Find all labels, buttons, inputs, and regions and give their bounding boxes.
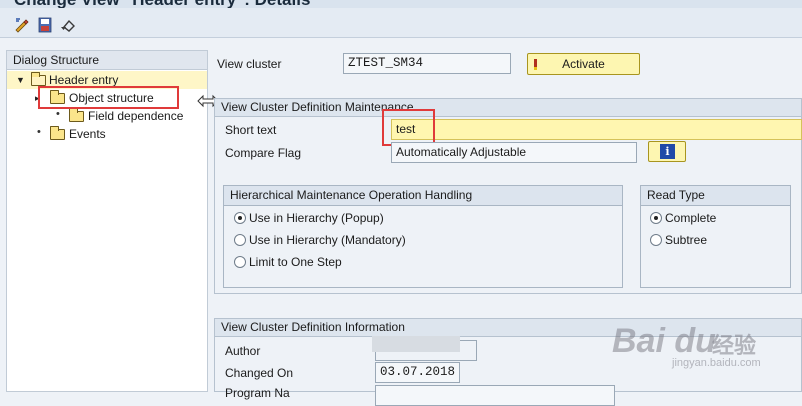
tree-node-label: Field dependence	[88, 109, 184, 123]
author-label: Author	[225, 344, 261, 358]
radio-label: Complete	[665, 211, 717, 225]
activate-button[interactable]: Activate	[527, 53, 640, 75]
changed-on-field: 03.07.2018	[375, 362, 460, 383]
activate-button-label: Activate	[562, 57, 605, 71]
watermark-cn: 经验	[712, 333, 757, 358]
window-title: Change View "Header entry": Details	[14, 0, 310, 8]
tree-node-field-dependence[interactable]: • Field dependence	[7, 107, 207, 125]
program-name-field	[375, 385, 615, 406]
title-bar: Change View "Header entry": Details	[0, 0, 802, 8]
open-folder-icon	[31, 72, 46, 86]
folder-icon	[69, 108, 84, 122]
read-type-group: Read Type Complete Subtree	[640, 185, 791, 288]
radio-button[interactable]	[650, 234, 662, 246]
highlight-box-object-structure	[38, 86, 179, 109]
compare-flag-field[interactable]: Automatically Adjustable	[391, 142, 637, 163]
radio-button[interactable]	[234, 234, 246, 246]
info-button[interactable]: i	[648, 141, 686, 162]
changed-on-label: Changed On	[225, 366, 294, 380]
expand-triangle-icon[interactable]: ▼	[16, 75, 25, 85]
redacted-author	[372, 336, 460, 352]
radio-label: Limit to One Step	[249, 255, 342, 269]
group-title: Read Type	[641, 186, 790, 206]
radio-label: Use in Hierarchy (Popup)	[249, 211, 384, 225]
leaf-bullet-icon: •	[37, 126, 41, 138]
view-cluster-field[interactable]: ZTEST_SM34	[343, 53, 511, 74]
radio-button[interactable]	[234, 256, 246, 268]
watermark-url: jingyan.baidu.com	[672, 357, 761, 369]
radio-label: Subtree	[665, 233, 708, 247]
undo-icon[interactable]	[60, 17, 76, 33]
edit-pencil-icon[interactable]	[14, 17, 30, 33]
folder-icon	[50, 126, 65, 140]
tree-node-label: Events	[69, 127, 106, 141]
program-name-label: Program Na	[225, 386, 290, 400]
info-icon: i	[660, 144, 675, 159]
section-title: View Cluster Definition Maintenance	[215, 99, 801, 117]
tree-node-events[interactable]: • Events	[7, 125, 207, 143]
radio-label: Use in Hierarchy (Mandatory)	[249, 233, 406, 247]
short-text-label: Short text	[225, 123, 277, 137]
save-local-icon[interactable]	[37, 17, 53, 33]
hierarchical-handling-group: Hierarchical Maintenance Operation Handl…	[223, 185, 623, 288]
radio-button[interactable]	[650, 212, 662, 224]
dialog-structure-header: Dialog Structure	[7, 51, 207, 70]
application-toolbar	[0, 8, 802, 38]
watermark-logo: Bai du	[612, 322, 716, 360]
view-cluster-label: View cluster	[217, 57, 282, 71]
radio-button[interactable]	[234, 212, 246, 224]
compare-flag-label: Compare Flag	[225, 146, 302, 160]
highlight-box-short-text	[382, 109, 435, 146]
baidu-watermark: Bai du 经验 jingyan.baidu.com	[612, 322, 798, 370]
tree-node-label: Header entry	[49, 73, 119, 87]
leaf-bullet-icon: •	[56, 108, 60, 120]
short-text-field[interactable]: test	[391, 119, 802, 140]
group-title: Hierarchical Maintenance Operation Handl…	[224, 186, 622, 206]
